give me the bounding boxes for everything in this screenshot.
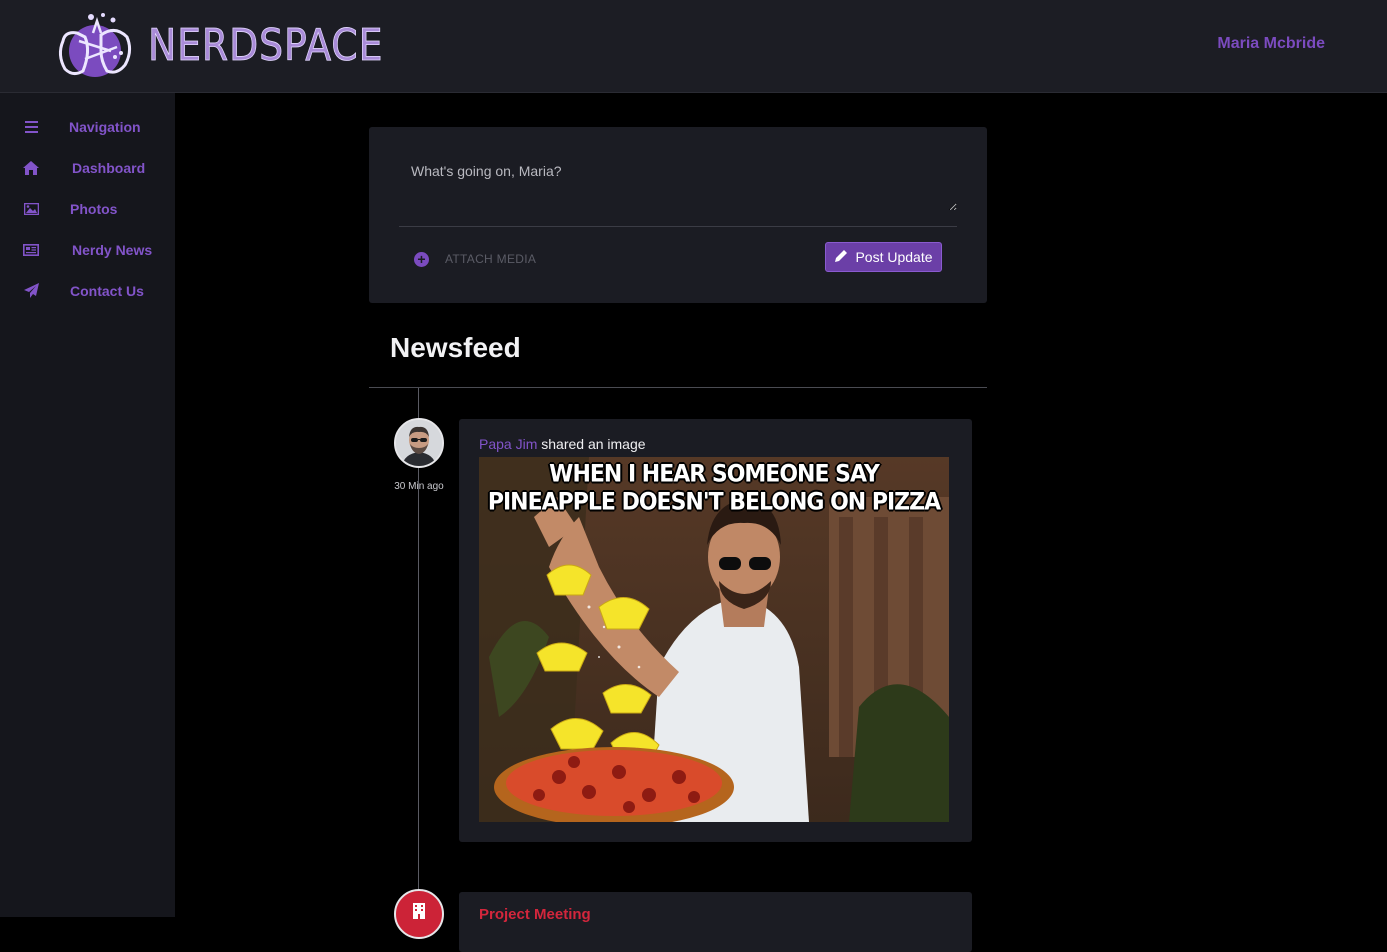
building-icon[interactable] (394, 889, 444, 939)
sidebar-item-label: Navigation (69, 118, 141, 135)
pencil-icon (834, 249, 848, 266)
bars-icon (22, 119, 40, 135)
sidebar-item-label: Nerdy News (72, 241, 153, 258)
status-composer: + ATTACH MEDIA Post Update (369, 127, 987, 303)
shared-image[interactable]: WHEN I HEAR SOMEONE SAY PINEAPPLE DOESN'… (479, 457, 949, 822)
plus-circle-icon: + (414, 251, 429, 267)
post-header: Papa Jim shared an image (479, 436, 646, 452)
meme-caption: WHEN I HEAR SOMEONE SAY PINEAPPLE DOESN'… (479, 461, 949, 517)
status-input[interactable] (399, 157, 957, 211)
event-title-link[interactable]: Project Meeting (479, 906, 591, 923)
newsfeed-heading: Newsfeed (390, 332, 521, 363)
post-update-label: Post Update (855, 249, 933, 265)
sidebar-item-nerdy-news[interactable]: Nerdy News (0, 229, 175, 270)
newspaper-icon (22, 242, 40, 258)
sidebar-item-label: Dashboard (72, 159, 146, 176)
post-card: Papa Jim shared an image WHEN I HEAR SOM… (459, 419, 972, 842)
attach-media-button[interactable]: + ATTACH MEDIA (414, 249, 536, 269)
post-card: Project Meeting (459, 892, 972, 952)
current-user-name[interactable]: Maria Mcbride (1217, 35, 1325, 53)
avatar[interactable] (394, 418, 444, 468)
sidebar-item-label: Photos (70, 200, 118, 217)
sidebar-item-label: Contact Us (70, 282, 144, 299)
newsfeed-divider (369, 387, 987, 388)
paper-plane-icon (22, 283, 40, 299)
sidebar: Navigation Dashboard Photos Nerdy News C… (0, 93, 175, 917)
post-update-button[interactable]: Post Update (825, 242, 942, 272)
nerdspace-logo-icon[interactable] (55, 11, 135, 79)
sidebar-item-dashboard[interactable]: Dashboard (0, 147, 175, 188)
composer-divider (399, 226, 957, 227)
sidebar-item-navigation[interactable]: Navigation (0, 106, 175, 147)
brand-name[interactable]: NERDSPACE (148, 18, 383, 74)
post-action-text: shared an image (537, 436, 646, 452)
attach-media-label: ATTACH MEDIA (445, 252, 537, 266)
sidebar-item-photos[interactable]: Photos (0, 188, 175, 229)
meme-caption-line: WHEN I HEAR SOMEONE SAY (549, 460, 880, 488)
image-icon (22, 201, 40, 217)
home-icon (22, 160, 40, 176)
sidebar-item-contact-us[interactable]: Contact Us (0, 270, 175, 311)
meme-caption-line: PINEAPPLE DOESN'T BELONG ON PIZZA (487, 489, 941, 516)
post-author-link[interactable]: Papa Jim (479, 436, 537, 452)
post-time: 30 Min ago (394, 481, 444, 492)
top-bar: NERDSPACE Maria Mcbride (0, 0, 1387, 93)
